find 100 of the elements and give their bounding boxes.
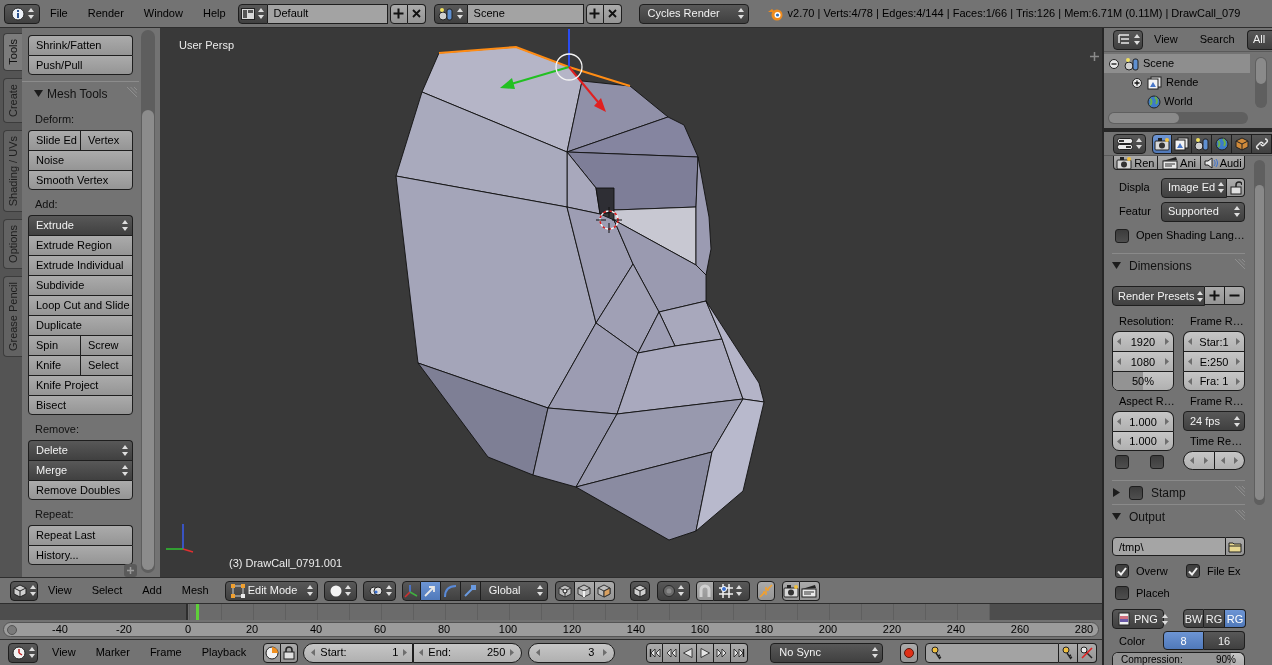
left-arrow-icon[interactable] [1188,358,1192,366]
left-arrow-icon[interactable] [1117,358,1121,366]
right-arrow-icon[interactable] [1165,437,1169,445]
folder-button[interactable] [1226,537,1245,557]
manipulator-mode-button[interactable] [460,580,481,601]
editor-type-button[interactable] [1113,29,1143,50]
left-arrow-icon[interactable] [1190,457,1194,465]
tool-button[interactable]: Noise [28,150,133,170]
scrollbar[interactable] [1108,112,1248,124]
right-arrow-icon[interactable] [1236,358,1240,366]
number-field[interactable]: 1920 [1112,331,1174,352]
orientation-dropdown[interactable]: Global [480,580,548,601]
playback-button[interactable] [663,642,681,663]
left-arrow-icon[interactable] [419,649,424,656]
pivot-dropdown[interactable] [362,580,396,601]
transform-gizmo[interactable] [500,28,606,112]
right-arrow-icon[interactable] [510,649,515,656]
tool-button[interactable]: Repeat Last [28,525,133,545]
proportional-edit-dropdown[interactable] [656,580,690,601]
playback-button[interactable] [646,642,664,663]
expanded-triangle-icon[interactable] [1112,512,1121,522]
plus-icon[interactable] [1090,52,1099,61]
tool-button[interactable]: Duplicate [28,315,133,335]
menu-item[interactable]: Help [192,3,236,24]
number-field[interactable]: E:250 [1183,351,1245,372]
playhead[interactable] [196,604,200,620]
option-button[interactable]: BW [1183,609,1204,629]
left-arrow-icon[interactable] [311,649,316,656]
right-arrow-icon[interactable] [403,649,408,656]
layout-picker-button[interactable] [237,3,268,24]
checkbox[interactable] [1115,586,1129,601]
right-arrow-icon[interactable] [1165,338,1169,346]
snap-element-dropdown[interactable] [713,580,750,601]
scrollbar[interactable] [1254,160,1265,505]
checkbox[interactable] [1115,564,1129,579]
lock-button[interactable] [1227,178,1245,197]
scrollbar-thumb[interactable] [1109,113,1179,123]
expanded-triangle-icon[interactable] [34,89,43,98]
sync-dropdown[interactable]: No Sync [770,642,884,663]
panel-header[interactable]: Stamp [1112,480,1245,505]
collapse-icon[interactable] [1109,58,1119,69]
menu-item[interactable]: View [42,642,86,663]
option-button[interactable]: 16 [1204,631,1245,651]
number-field[interactable] [1183,451,1215,471]
menu-item[interactable]: Marker [85,642,140,663]
tree-row[interactable]: World [1104,92,1250,111]
output-path-field[interactable]: /tmp\ [1112,537,1226,557]
expand-icon[interactable] [1132,77,1142,88]
right-arrow-icon[interactable] [1236,377,1240,385]
scene-name-field[interactable]: Scene [467,3,584,24]
number-field[interactable]: 1080 [1112,351,1174,372]
dropdown-menu[interactable]: Extrude [28,215,133,235]
tool-button[interactable]: Knife [28,355,81,375]
dropdown-menu[interactable]: Merge [28,460,133,480]
tool-button[interactable]: Subdivide [28,275,133,295]
record-button[interactable] [900,642,919,663]
menu-item[interactable]: File [40,3,78,24]
editor-type-button[interactable] [10,580,38,601]
left-arrow-icon[interactable] [1188,377,1192,385]
render-image-button[interactable] [781,580,800,601]
select-mode-button[interactable] [554,580,575,601]
tool-button[interactable]: Loop Cut and Slide [28,295,133,315]
scene-picker-button[interactable] [433,3,468,24]
insert-key-button[interactable] [1059,642,1079,663]
panel-header[interactable]: Mesh Tools [22,81,139,105]
layout-name-field[interactable]: Default [267,3,388,24]
start-frame-field[interactable]: Start: 1 [303,642,414,663]
panel-header[interactable]: Output [1112,504,1245,529]
left-arrow-icon[interactable] [536,649,541,656]
tool-button[interactable]: Vertex [81,130,133,150]
tool-button[interactable]: Spin [28,335,81,355]
render-engine-dropdown[interactable]: Cycles Render [638,3,749,24]
render-animation-button[interactable] [799,580,820,601]
plus-icon[interactable] [124,564,137,577]
tool-button[interactable]: Shrink/Fatten [28,35,133,55]
editor-type-button[interactable] [8,642,38,663]
properties-tab[interactable] [1232,133,1252,154]
menu-item[interactable]: View [38,580,82,601]
dropdown-menu[interactable]: Delete [28,440,133,460]
menu-item[interactable]: Window [133,3,193,24]
right-arrow-icon[interactable] [603,649,608,656]
handle-icon[interactable] [7,624,17,635]
menu-item[interactable]: View [1143,29,1189,50]
checkbox[interactable] [1150,455,1164,470]
right-arrow-icon[interactable] [1203,457,1208,465]
number-field[interactable]: Star:1 [1183,331,1245,352]
manipulator-button[interactable] [401,580,421,601]
tab[interactable]: Tools [3,33,22,71]
occlude-button[interactable] [629,580,650,601]
tool-button[interactable]: Knife Project [28,375,133,395]
tool-button[interactable]: Select [81,355,133,375]
snap-target-button[interactable] [756,580,775,601]
right-arrow-icon[interactable] [1165,358,1169,366]
tool-button[interactable]: Bisect [28,395,133,415]
tool-button[interactable]: Extrude Individual [28,255,133,275]
select-mode-button[interactable] [594,580,615,601]
scrollbar[interactable] [141,30,155,573]
properties-tab[interactable] [1192,133,1212,154]
scrollbar[interactable] [1255,57,1267,108]
playback-button[interactable] [714,642,732,663]
